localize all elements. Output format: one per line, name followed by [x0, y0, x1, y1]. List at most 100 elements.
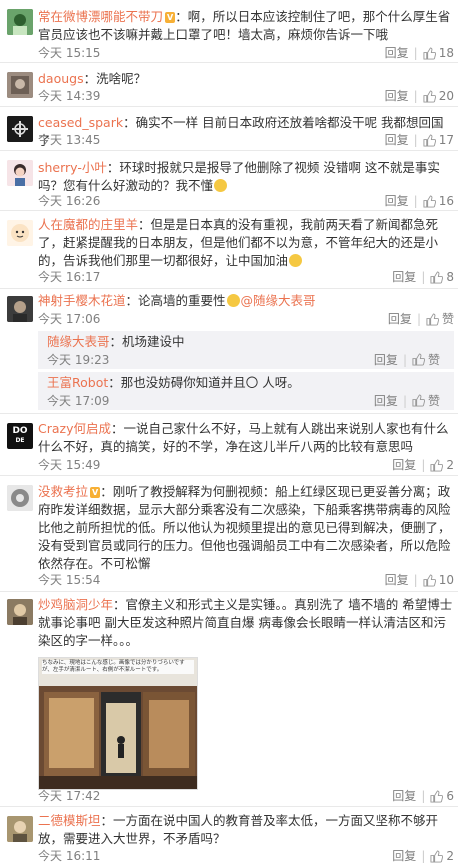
- reply-actions: 回复 | 赞: [373, 392, 440, 409]
- username-link[interactable]: 人在魔都的庄里羊: [38, 217, 138, 232]
- timestamp: 今天 17:09: [47, 394, 110, 408]
- comment-feed: 常在微博漂哪能不带刀 V ：啊，所以日本应该控制住了吧，那个什么厚生省官员应该也不该…: [0, 0, 458, 863]
- comment-item: 没救考拉 V ：刚听了教授解释为何删视频：船上红绿区现已更妥善分离；政府昨发详细数据…: [0, 476, 458, 592]
- like-button[interactable]: 2: [430, 457, 454, 473]
- thumbs-up-icon: [412, 353, 425, 366]
- reply-button[interactable]: 回复: [392, 788, 416, 804]
- timestamp: 今天 16:26: [38, 194, 101, 208]
- avatar[interactable]: [7, 816, 33, 842]
- comment-text: sherry-小叶：环球时报就只是报导了他删除了视频 没错啊 这不就是事实吗？您…: [38, 160, 440, 193]
- reply-item: 随缘大表哥：机场建设中 今天 19:23 回复 | 赞: [38, 331, 454, 369]
- like-button[interactable]: 6: [430, 788, 454, 804]
- avatar[interactable]: [7, 599, 33, 625]
- username-link[interactable]: daougs: [38, 71, 84, 86]
- comment-item: 常在微博漂哪能不带刀 V ：啊，所以日本应该控制住了吧，那个什么厚生省官员应该也不该…: [0, 0, 458, 63]
- thumbs-up-icon: [430, 789, 444, 803]
- timestamp: 今天 16:11: [38, 849, 101, 863]
- timestamp: 今天 13:45: [38, 133, 101, 147]
- like-button[interactable]: 10: [423, 572, 454, 588]
- comment-actions: 回复 | 20: [384, 88, 454, 104]
- thumbs-up-icon: [423, 89, 436, 103]
- avatar[interactable]: [7, 296, 33, 322]
- username-link[interactable]: 没救考拉: [38, 484, 88, 499]
- username-link[interactable]: 二德模斯坦: [38, 813, 101, 828]
- comment-item: 人在魔都的庄里羊：但是是日本真的没有重视，我前两天看了新闻都急死了，赶紧提醒我的…: [0, 211, 458, 289]
- reply-button[interactable]: 回复: [374, 351, 398, 368]
- timestamp: 今天 16:17: [38, 270, 101, 284]
- thumbs-up-icon: [423, 46, 436, 60]
- thumbs-up-icon: [423, 573, 436, 587]
- vip-badge-icon: V: [90, 487, 101, 498]
- username-link[interactable]: Crazy何启成: [38, 421, 111, 436]
- comment-image[interactable]: ちなみに、現地はこんな感じ。画像では分かりづらいですが、左手が清潔ルート、右側が…: [38, 657, 198, 790]
- thumbs-up-icon: [426, 312, 439, 326]
- timestamp: 今天 15:54: [38, 573, 101, 587]
- comment-actions: 回复 | 2: [392, 848, 454, 863]
- emoji-icon: [289, 254, 303, 267]
- like-button[interactable]: 17: [423, 132, 454, 148]
- comment-text: 神射手樱木花道：论高墙的重要性 @随缘大表哥: [38, 293, 316, 308]
- comment-text: daougs：洗啥呢？: [38, 71, 147, 86]
- comment-actions: 回复 | 2: [392, 457, 454, 473]
- reply-button[interactable]: 回复: [392, 457, 416, 473]
- reply-item: 王富Robot：那也没妨碍你知道并且〇 人呀。 今天 17:09 回复 | 赞: [38, 372, 454, 410]
- comment-text: 炒鸡脑洞少年：官僚主义和形式主义是实锤。。真别洗了 墙不墙的 希望博士就事论事吧…: [38, 597, 453, 648]
- reply-button[interactable]: 回复: [385, 132, 409, 148]
- thumbs-up-icon: [430, 849, 444, 863]
- comment-item: 神射手樱木花道：论高墙的重要性 @随缘大表哥 今天 17:06 回复 | 赞 随缘大…: [0, 289, 458, 414]
- like-button[interactable]: 18: [423, 45, 454, 61]
- vip-badge-icon: V: [165, 12, 176, 23]
- reply-button[interactable]: 回复: [385, 45, 409, 61]
- reply-button[interactable]: 回复: [374, 392, 398, 409]
- reply-button[interactable]: 回复: [388, 311, 412, 327]
- username-link[interactable]: sherry-小叶: [38, 160, 107, 175]
- comment-actions: 回复 | 赞: [387, 311, 454, 327]
- comment-text: 人在魔都的庄里羊：但是是日本真的没有重视，我前两天看了新闻都急死了，赶紧提醒我的…: [38, 217, 439, 268]
- username-link[interactable]: 神射手樱木花道: [38, 293, 126, 308]
- thumbs-up-icon: [430, 458, 444, 472]
- avatar[interactable]: [7, 160, 33, 186]
- comment-actions: 回复 | 8: [392, 269, 454, 285]
- reply-button[interactable]: 回复: [385, 88, 409, 104]
- corridor-photo: [39, 686, 197, 789]
- username-link[interactable]: 炒鸡脑洞少年: [38, 597, 113, 612]
- thumbs-up-icon: [423, 194, 436, 208]
- comment-item: DO DE Crazy何启成：一说自己家什么不好，马上就有人跳出来说别人家也有什么…: [0, 414, 458, 476]
- mention-link[interactable]: @随缘大表哥: [241, 293, 316, 308]
- comment-actions: 回复 | 16: [384, 193, 454, 209]
- like-button[interactable]: 16: [423, 193, 454, 209]
- reply-button[interactable]: 回复: [385, 572, 409, 588]
- reply-text: 王富Robot：那也没妨碍你知道并且〇 人呀。: [47, 375, 300, 390]
- like-button[interactable]: 赞: [426, 311, 454, 327]
- avatar[interactable]: [7, 485, 33, 511]
- avatar[interactable]: [7, 220, 33, 246]
- reply-button[interactable]: 回复: [392, 848, 416, 863]
- like-button[interactable]: 20: [423, 88, 454, 104]
- reply-text: 随缘大表哥：机场建设中: [47, 334, 185, 349]
- comment-actions: 回复 | 17: [384, 132, 454, 148]
- comment-item: daougs：洗啥呢？ 今天 14:39 回复 | 20: [0, 63, 458, 107]
- timestamp: 今天 17:42: [38, 789, 101, 803]
- username-link[interactable]: 王富Robot: [47, 375, 108, 390]
- comment-text: 没救考拉 V ：刚听了教授解释为何删视频：船上红绿区现已更妥善分离；政府昨发详细数据…: [38, 484, 451, 571]
- username-link[interactable]: ceased_spark: [38, 115, 123, 130]
- like-button[interactable]: 赞: [412, 351, 440, 368]
- thumbs-up-icon: [412, 394, 425, 407]
- reply-button[interactable]: 回复: [392, 269, 416, 285]
- thumbs-up-icon: [430, 270, 444, 284]
- timestamp: 今天 15:15: [38, 46, 101, 60]
- avatar[interactable]: [7, 116, 33, 142]
- avatar[interactable]: DO DE: [7, 423, 33, 449]
- username-link[interactable]: 随缘大表哥: [47, 334, 110, 349]
- emoji-icon: [226, 294, 240, 307]
- avatar[interactable]: [7, 72, 33, 98]
- like-button[interactable]: 赞: [412, 392, 440, 409]
- username-link[interactable]: 常在微博漂哪能不带刀: [38, 9, 163, 24]
- comment-actions: 回复 | 18: [384, 45, 454, 61]
- reply-button[interactable]: 回复: [385, 193, 409, 209]
- comment-text: Crazy何启成：一说自己家什么不好，马上就有人跳出来说别人家也有什么什么不好，…: [38, 421, 449, 454]
- comment-item: 二德模斯坦：一方面在说中国人的教育普及率太低，一方面又坚称不够开放，需要进入大世…: [0, 807, 458, 863]
- avatar[interactable]: [7, 9, 33, 35]
- like-button[interactable]: 2: [430, 848, 454, 863]
- like-button[interactable]: 8: [430, 269, 454, 285]
